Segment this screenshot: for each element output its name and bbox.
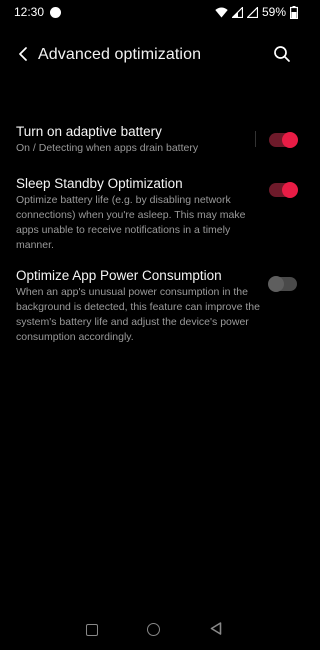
navigation-bar [0, 610, 308, 650]
back-button[interactable] [12, 44, 36, 68]
cell-signal-icon [231, 6, 243, 18]
toggle-knob [282, 132, 298, 148]
setting-sleep-standby[interactable]: Sleep Standby Optimization Optimize batt… [16, 176, 294, 253]
search-button[interactable] [270, 44, 294, 68]
wifi-icon [215, 7, 228, 18]
toggle-knob [282, 182, 298, 198]
toggle-knob [268, 276, 284, 292]
setting-app-power[interactable]: Optimize App Power Consumption When an a… [16, 268, 294, 345]
home-icon[interactable] [147, 623, 160, 636]
sleep-standby-toggle[interactable] [269, 182, 298, 198]
app-power-toggle[interactable] [268, 276, 297, 292]
setting-title: Sleep Standby Optimization [16, 176, 183, 191]
status-bar: 12:30 59% [0, 0, 308, 24]
page-title: Advanced optimization [38, 46, 202, 63]
setting-description: When an app's unusual power consumption … [16, 286, 260, 343]
status-time: 12:30 [14, 5, 45, 19]
setting-adaptive-battery[interactable]: Turn on adaptive battery On / Detecting … [16, 124, 294, 156]
cell-signal-2-icon [246, 6, 258, 18]
nav-back-icon[interactable] [210, 622, 222, 640]
setting-title: Optimize App Power Consumption [16, 268, 222, 283]
notification-dot-icon [50, 6, 62, 18]
battery-percent: 59% [261, 5, 286, 19]
recent-apps-icon[interactable] [86, 624, 98, 636]
back-arrow-icon [18, 46, 30, 66]
battery-icon [290, 5, 298, 19]
setting-description: Optimize battery life (e.g. by disabling… [16, 194, 246, 251]
toggle-divider [255, 131, 256, 147]
adaptive-battery-toggle[interactable] [269, 132, 298, 148]
toolbar: Advanced optimization [0, 38, 308, 74]
search-icon [273, 45, 291, 68]
setting-title: Turn on adaptive battery [16, 124, 162, 139]
setting-description: On / Detecting when apps drain battery [16, 142, 199, 154]
